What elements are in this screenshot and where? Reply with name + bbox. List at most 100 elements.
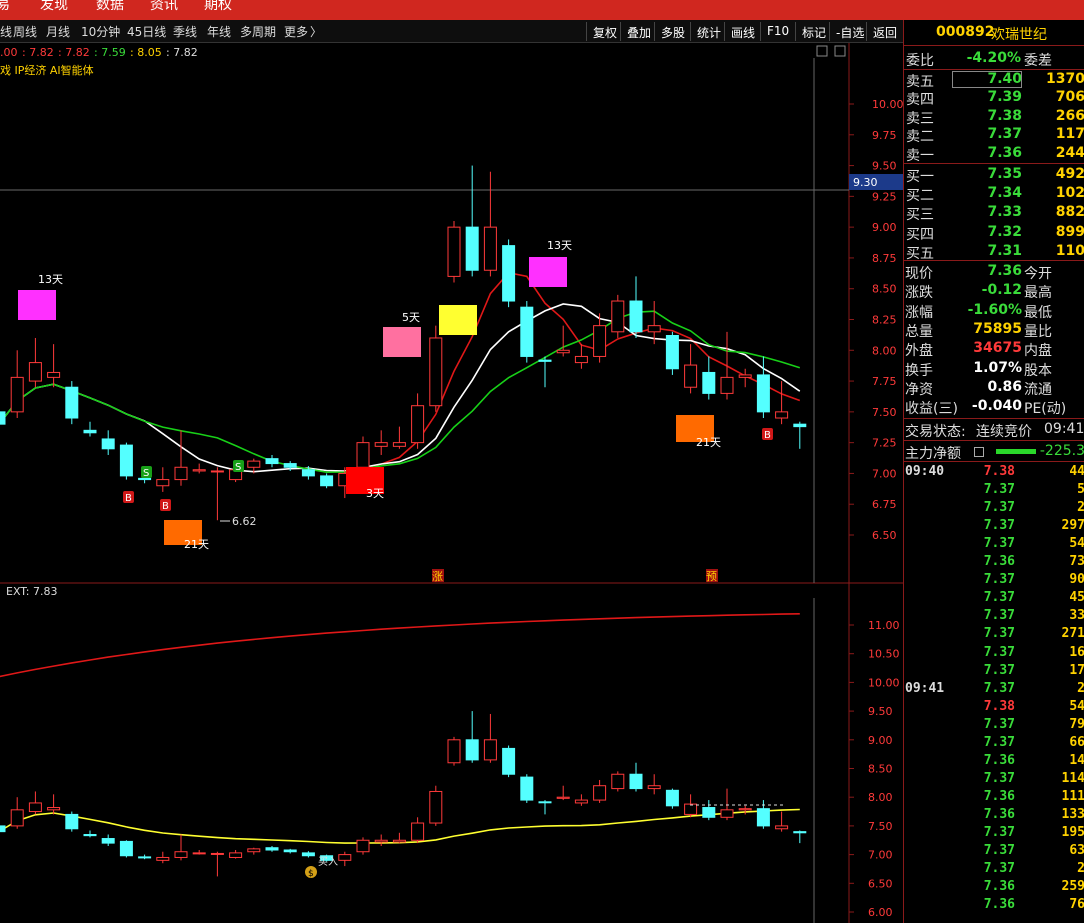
candle-body bbox=[210, 852, 224, 855]
ask-row[interactable]: 卖一 7.36 244 bbox=[904, 144, 1084, 164]
upper-axis-label: 6.50 bbox=[872, 529, 897, 542]
tick-price: 7.36 bbox=[983, 897, 1015, 913]
menu-item-data[interactable]: 数据 bbox=[96, 0, 124, 14]
tick-volume: 297 bbox=[1061, 518, 1084, 534]
candle-body bbox=[28, 362, 42, 382]
candle-body bbox=[119, 840, 133, 857]
multi-stock-button[interactable]: 多股 bbox=[654, 22, 691, 41]
bid-row[interactable]: 买一 7.35 492 bbox=[904, 166, 1084, 185]
bid-label: 买四 bbox=[906, 226, 934, 243]
period-10min[interactable]: 10分钟 bbox=[81, 23, 120, 40]
tick-price: 7.38 bbox=[983, 698, 1015, 714]
stat-label: 收益(三) bbox=[905, 401, 958, 418]
bid-row[interactable]: 买五 7.31 110 bbox=[904, 243, 1084, 262]
period-quarter[interactable]: 季线 bbox=[173, 23, 197, 40]
tick-row: 7.37 297 bbox=[904, 518, 1084, 536]
ask-price: 7.39 bbox=[987, 89, 1022, 106]
candle-body bbox=[283, 849, 297, 853]
stat-label: 涨幅 bbox=[905, 304, 933, 321]
menu-item-options[interactable]: 期权 bbox=[204, 0, 232, 14]
tick-volume: 63 bbox=[1069, 843, 1084, 859]
tick-volume: 66 bbox=[1069, 734, 1084, 750]
period-more[interactable]: 更多 bbox=[284, 23, 308, 40]
menu-item-discover[interactable]: 发现 bbox=[40, 0, 68, 14]
ask-row[interactable]: 卖四 7.39 706 bbox=[904, 89, 1084, 108]
period-year[interactable]: 年线 bbox=[207, 23, 231, 40]
stat-label-secondary: PE(动) bbox=[1024, 401, 1067, 418]
lower-axis-label: 8.00 bbox=[868, 791, 893, 804]
stat-row[interactable]: 换手 1.07% 股本 bbox=[904, 360, 1084, 379]
candle-body bbox=[556, 796, 570, 799]
lower-candles bbox=[0, 711, 807, 877]
ask-label: 卖三 bbox=[906, 110, 934, 127]
stat-row[interactable]: 现价 7.36 今开 bbox=[904, 263, 1084, 282]
stat-row[interactable]: 总量 75895 量比 bbox=[904, 321, 1084, 340]
period-multi[interactable]: 多周期 bbox=[240, 23, 276, 40]
back-button[interactable]: 返回 bbox=[866, 22, 903, 41]
bid-price: 7.32 bbox=[987, 223, 1022, 240]
remove-watchlist-button[interactable]: -自选 bbox=[829, 22, 870, 41]
candle-body bbox=[101, 438, 115, 450]
signal-box bbox=[383, 327, 421, 357]
info-value-2: : 7.82 bbox=[58, 46, 90, 59]
weibi-row: 委比 -4.20% 委差 bbox=[904, 50, 1084, 69]
lower-axis-label: 9.50 bbox=[868, 705, 893, 718]
overlay-button[interactable]: 叠加 bbox=[620, 22, 657, 41]
period-month[interactable]: 月线 bbox=[46, 23, 70, 40]
period-prefix[interactable]: 线 bbox=[0, 23, 12, 40]
list-icon[interactable] bbox=[974, 447, 984, 457]
stat-row[interactable]: 涨跌 -0.12 最高 bbox=[904, 282, 1084, 302]
tick-price: 7.37 bbox=[983, 500, 1015, 516]
upper-axis-label: 8.25 bbox=[872, 314, 897, 327]
stat-label-secondary: 流通 bbox=[1024, 381, 1052, 398]
bid-row[interactable]: 买二 7.34 102 bbox=[904, 185, 1084, 204]
menu-item-news[interactable]: 资讯 bbox=[150, 0, 178, 14]
kline-chart[interactable]: 10.00 9.75 9.50 9.25 9.00 8.75 8.50 8.25 8.00 7.7… bbox=[0, 43, 903, 923]
stat-row[interactable]: 收益(三) -0.040 PE(动) bbox=[904, 398, 1084, 418]
tick-price: 7.36 bbox=[983, 752, 1015, 768]
coin-symbol: $ bbox=[308, 869, 314, 879]
menu-item-trade[interactable]: 易 bbox=[0, 0, 10, 14]
bid-row[interactable]: 买四 7.32 899 bbox=[904, 223, 1084, 243]
bid-row[interactable]: 买三 7.33 882 bbox=[904, 204, 1084, 223]
stat-row[interactable]: 净资 0.86 流通 bbox=[904, 379, 1084, 398]
tick-volume: 17 bbox=[1069, 662, 1084, 678]
draw-line-button[interactable]: 画线 bbox=[724, 22, 761, 41]
stat-row[interactable]: 外盘 34675 内盘 bbox=[904, 340, 1084, 359]
statistics-button[interactable]: 统计 bbox=[690, 22, 727, 41]
candle-body bbox=[483, 226, 497, 271]
ask-row[interactable]: 卖二 7.37 117 bbox=[904, 126, 1084, 145]
period-45day[interactable]: 45日线 bbox=[127, 23, 166, 40]
mark-button[interactable]: 标记 bbox=[795, 22, 832, 41]
candle-body bbox=[47, 371, 61, 378]
chevron-right-icon[interactable]: 〉 bbox=[310, 23, 322, 40]
tick-row: 7.36 111 bbox=[904, 789, 1084, 807]
candle-body bbox=[392, 442, 406, 447]
lower-axis-label: 11.00 bbox=[868, 619, 900, 632]
upper-axis-label: 7.25 bbox=[872, 437, 897, 450]
candle-body bbox=[447, 226, 461, 277]
tick-row: 7.36 76 bbox=[904, 897, 1084, 915]
period-week[interactable]: 周线 bbox=[13, 23, 37, 40]
tick-volume: 2 bbox=[1077, 500, 1084, 516]
zhuli-bar bbox=[996, 449, 1036, 454]
candle-body bbox=[756, 374, 770, 413]
f10-button[interactable]: F10 bbox=[760, 22, 795, 41]
stat-label-secondary: 最高 bbox=[1024, 285, 1052, 302]
ask-volume: 244 bbox=[1055, 144, 1084, 161]
upper-axis-label: 10.00 bbox=[872, 98, 903, 111]
candle-body bbox=[47, 807, 61, 811]
candle-body bbox=[0, 411, 6, 425]
stat-row[interactable]: 涨幅 -1.60% 最低 bbox=[904, 302, 1084, 321]
restore-rights-button[interactable]: 复权 bbox=[586, 22, 623, 41]
candle-body bbox=[520, 776, 534, 801]
trade-signal-text: S bbox=[143, 468, 149, 479]
tick-time: 09:40 bbox=[905, 464, 945, 479]
ask-row[interactable]: 卖三 7.38 266 bbox=[904, 108, 1084, 127]
tick-time: 09:41 bbox=[905, 680, 945, 696]
candle-body bbox=[356, 442, 370, 468]
candle-body bbox=[356, 839, 370, 853]
candle-body bbox=[684, 803, 698, 815]
candle-body bbox=[447, 739, 461, 764]
candle-body bbox=[156, 479, 170, 487]
